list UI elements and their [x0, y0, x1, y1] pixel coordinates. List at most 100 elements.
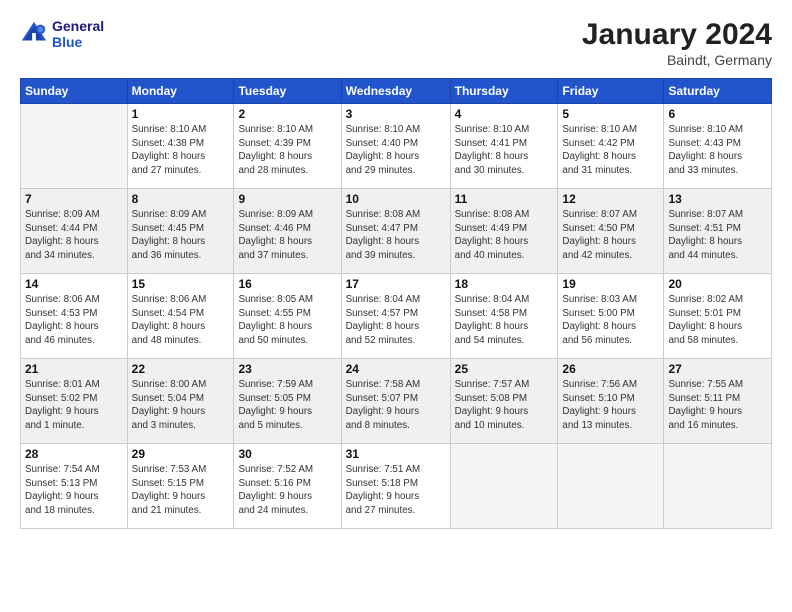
header: General Blue January 2024 Baindt, German…: [20, 18, 772, 68]
day-info: Sunrise: 8:09 AM Sunset: 4:45 PM Dayligh…: [132, 208, 230, 263]
day-number: 1: [132, 107, 230, 121]
calendar-day-cell: 29 Sunrise: 7:53 AM Sunset: 5:15 PM Dayli…: [127, 444, 234, 529]
col-friday: Friday: [558, 79, 664, 104]
day-number: 9: [238, 192, 336, 206]
day-info: Sunrise: 8:10 AM Sunset: 4:41 PM Dayligh…: [455, 123, 554, 178]
day-info: Sunrise: 8:04 AM Sunset: 4:57 PM Dayligh…: [346, 293, 446, 348]
day-info: Sunrise: 7:53 AM Sunset: 5:15 PM Dayligh…: [132, 463, 230, 518]
calendar-day-cell: 23Sunrise: 7:59 AM Sunset: 5:05 PM Dayli…: [234, 359, 341, 444]
day-number: 19: [562, 277, 659, 291]
page: General Blue January 2024 Baindt, German…: [0, 0, 792, 539]
calendar-day-cell: 9 Sunrise: 8:09 AM Sunset: 4:46 PM Daylig…: [234, 189, 341, 274]
calendar-day-cell: 31Sunrise: 7:51 AM Sunset: 5:18 PM Dayli…: [341, 444, 450, 529]
calendar-week-row: 28 Sunrise: 7:54 AM Sunset: 5:13 PM Dayli…: [21, 444, 772, 529]
calendar-day-cell: 20Sunrise: 8:02 AM Sunset: 5:01 PM Dayli…: [664, 274, 772, 359]
title-block: January 2024 Baindt, Germany: [582, 18, 772, 68]
logo: General Blue: [20, 18, 104, 50]
calendar-day-cell: 12Sunrise: 8:07 AM Sunset: 4:50 PM Dayli…: [558, 189, 664, 274]
col-monday: Monday: [127, 79, 234, 104]
day-info: Sunrise: 8:10 AM Sunset: 4:42 PM Dayligh…: [562, 123, 659, 178]
calendar-day-cell: 17 Sunrise: 8:04 AM Sunset: 4:57 PM Dayli…: [341, 274, 450, 359]
calendar-day-cell: 4 Sunrise: 8:10 AM Sunset: 4:41 PM Daylig…: [450, 104, 558, 189]
calendar-day-cell: 5 Sunrise: 8:10 AM Sunset: 4:42 PM Daylig…: [558, 104, 664, 189]
day-number: 21: [25, 362, 123, 376]
calendar-day-cell: 16 Sunrise: 8:05 AM Sunset: 4:55 PM Dayli…: [234, 274, 341, 359]
calendar-day-cell: 28 Sunrise: 7:54 AM Sunset: 5:13 PM Dayli…: [21, 444, 128, 529]
calendar-day-cell: 18Sunrise: 8:04 AM Sunset: 4:58 PM Dayli…: [450, 274, 558, 359]
day-info: Sunrise: 8:01 AM Sunset: 5:02 PM Dayligh…: [25, 378, 123, 433]
calendar-day-cell: 10 Sunrise: 8:08 AM Sunset: 4:47 PM Dayli…: [341, 189, 450, 274]
col-wednesday: Wednesday: [341, 79, 450, 104]
day-number: 11: [455, 192, 554, 206]
day-info: Sunrise: 8:05 AM Sunset: 4:55 PM Dayligh…: [238, 293, 336, 348]
calendar-day-cell: 25 Sunrise: 7:57 AM Sunset: 5:08 PM Dayli…: [450, 359, 558, 444]
day-info: Sunrise: 8:08 AM Sunset: 4:49 PM Dayligh…: [455, 208, 554, 263]
day-number: 8: [132, 192, 230, 206]
calendar-day-cell: 27 Sunrise: 7:55 AM Sunset: 5:11 PM Dayli…: [664, 359, 772, 444]
calendar-day-cell: 13 Sunrise: 8:07 AM Sunset: 4:51 PM Dayli…: [664, 189, 772, 274]
calendar-day-cell: 1 Sunrise: 8:10 AM Sunset: 4:38 PM Daylig…: [127, 104, 234, 189]
calendar-day-cell: [558, 444, 664, 529]
day-info: Sunrise: 8:07 AM Sunset: 4:51 PM Dayligh…: [668, 208, 767, 263]
day-number: 25: [455, 362, 554, 376]
calendar-week-row: 1 Sunrise: 8:10 AM Sunset: 4:38 PM Daylig…: [21, 104, 772, 189]
calendar-header-row: Sunday Monday Tuesday Wednesday Thursday…: [21, 79, 772, 104]
day-number: 26: [562, 362, 659, 376]
calendar-table: Sunday Monday Tuesday Wednesday Thursday…: [20, 78, 772, 529]
calendar-day-cell: 21 Sunrise: 8:01 AM Sunset: 5:02 PM Dayli…: [21, 359, 128, 444]
calendar-day-cell: [21, 104, 128, 189]
calendar-week-row: 14 Sunrise: 8:06 AM Sunset: 4:53 PM Dayli…: [21, 274, 772, 359]
day-info: Sunrise: 7:56 AM Sunset: 5:10 PM Dayligh…: [562, 378, 659, 433]
calendar-day-cell: 14 Sunrise: 8:06 AM Sunset: 4:53 PM Dayli…: [21, 274, 128, 359]
day-info: Sunrise: 8:10 AM Sunset: 4:43 PM Dayligh…: [668, 123, 767, 178]
calendar-day-cell: 19 Sunrise: 8:03 AM Sunset: 5:00 PM Dayli…: [558, 274, 664, 359]
calendar-day-cell: 6 Sunrise: 8:10 AM Sunset: 4:43 PM Daylig…: [664, 104, 772, 189]
col-saturday: Saturday: [664, 79, 772, 104]
day-number: 16: [238, 277, 336, 291]
calendar-day-cell: 15Sunrise: 8:06 AM Sunset: 4:54 PM Dayli…: [127, 274, 234, 359]
day-number: 20: [668, 277, 767, 291]
day-info: Sunrise: 8:09 AM Sunset: 4:46 PM Dayligh…: [238, 208, 336, 263]
calendar-day-cell: [664, 444, 772, 529]
day-number: 7: [25, 192, 123, 206]
calendar-day-cell: 24Sunrise: 7:58 AM Sunset: 5:07 PM Dayli…: [341, 359, 450, 444]
day-info: Sunrise: 8:03 AM Sunset: 5:00 PM Dayligh…: [562, 293, 659, 348]
calendar-day-cell: 26 Sunrise: 7:56 AM Sunset: 5:10 PM Dayli…: [558, 359, 664, 444]
day-number: 30: [238, 447, 336, 461]
day-number: 29: [132, 447, 230, 461]
day-info: Sunrise: 8:00 AM Sunset: 5:04 PM Dayligh…: [132, 378, 230, 433]
calendar-day-cell: 22Sunrise: 8:00 AM Sunset: 5:04 PM Dayli…: [127, 359, 234, 444]
day-number: 6: [668, 107, 767, 121]
day-number: 5: [562, 107, 659, 121]
day-info: Sunrise: 8:06 AM Sunset: 4:54 PM Dayligh…: [132, 293, 230, 348]
col-sunday: Sunday: [21, 79, 128, 104]
day-info: Sunrise: 8:08 AM Sunset: 4:47 PM Dayligh…: [346, 208, 446, 263]
day-info: Sunrise: 8:04 AM Sunset: 4:58 PM Dayligh…: [455, 293, 554, 348]
day-number: 14: [25, 277, 123, 291]
day-info: Sunrise: 7:55 AM Sunset: 5:11 PM Dayligh…: [668, 378, 767, 433]
logo-text: General Blue: [52, 18, 104, 50]
day-info: Sunrise: 7:54 AM Sunset: 5:13 PM Dayligh…: [25, 463, 123, 518]
day-info: Sunrise: 8:07 AM Sunset: 4:50 PM Dayligh…: [562, 208, 659, 263]
day-number: 2: [238, 107, 336, 121]
day-info: Sunrise: 8:10 AM Sunset: 4:38 PM Dayligh…: [132, 123, 230, 178]
day-number: 10: [346, 192, 446, 206]
col-thursday: Thursday: [450, 79, 558, 104]
day-info: Sunrise: 8:09 AM Sunset: 4:44 PM Dayligh…: [25, 208, 123, 263]
day-info: Sunrise: 8:06 AM Sunset: 4:53 PM Dayligh…: [25, 293, 123, 348]
day-info: Sunrise: 7:57 AM Sunset: 5:08 PM Dayligh…: [455, 378, 554, 433]
calendar-day-cell: [450, 444, 558, 529]
day-number: 4: [455, 107, 554, 121]
location: Baindt, Germany: [582, 52, 772, 68]
calendar-week-row: 21 Sunrise: 8:01 AM Sunset: 5:02 PM Dayli…: [21, 359, 772, 444]
day-number: 13: [668, 192, 767, 206]
day-info: Sunrise: 8:10 AM Sunset: 4:39 PM Dayligh…: [238, 123, 336, 178]
day-info: Sunrise: 7:52 AM Sunset: 5:16 PM Dayligh…: [238, 463, 336, 518]
logo-icon: [20, 20, 48, 48]
day-number: 27: [668, 362, 767, 376]
calendar-day-cell: 2 Sunrise: 8:10 AM Sunset: 4:39 PM Daylig…: [234, 104, 341, 189]
day-info: Sunrise: 7:51 AM Sunset: 5:18 PM Dayligh…: [346, 463, 446, 518]
day-info: Sunrise: 7:59 AM Sunset: 5:05 PM Dayligh…: [238, 378, 336, 433]
day-number: 17: [346, 277, 446, 291]
day-number: 28: [25, 447, 123, 461]
